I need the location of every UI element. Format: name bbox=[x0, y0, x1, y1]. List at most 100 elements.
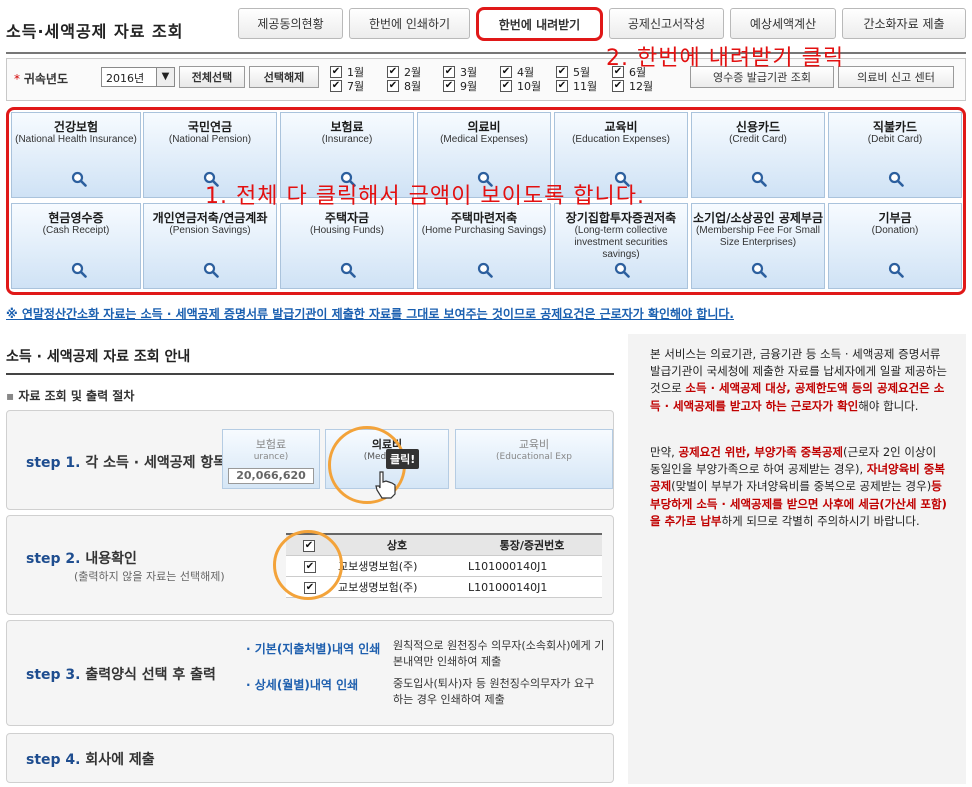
tile-subtitle: (Education Expenses) bbox=[572, 134, 670, 145]
year-select[interactable]: 2016년 ▼ bbox=[101, 67, 175, 87]
click-tooltip: 클릭! bbox=[386, 449, 420, 469]
search-icon[interactable] bbox=[477, 262, 493, 278]
tile-subtitle: (Medical Expenses) bbox=[440, 134, 528, 145]
tile-subtitle: (National Pension) bbox=[168, 134, 252, 145]
tile-subtitle: (Debit Card) bbox=[867, 134, 923, 145]
tile-subtitle: (Insurance) bbox=[321, 134, 373, 145]
detail-print-desc: 중도입사(퇴사)자 등 원천징수의무자가 요구하는 경우 인쇄하여 제출 bbox=[393, 677, 595, 706]
tile-subtitle: (Cash Receipt) bbox=[42, 225, 110, 236]
tile-title: 신용카드 bbox=[735, 120, 781, 134]
tile-title: 주택마련저축 bbox=[450, 211, 518, 225]
detail-print-link[interactable]: · 상세(월별)내역 인쇄 bbox=[246, 676, 358, 693]
submit-data-button[interactable]: 간소화자료 제출 bbox=[842, 8, 966, 39]
month-checkbox-10[interactable]: ✔ bbox=[500, 80, 512, 92]
highlight-circle bbox=[273, 530, 343, 600]
info-paragraph-2: 만약, 공제요건 위반, 부양가족 중복공제(근로자 2인 이상이 동일인을 부… bbox=[650, 445, 947, 528]
tile-title: 건강보험 bbox=[53, 120, 99, 134]
tile-11[interactable]: 주택마련저축 (Home Purchasing Savings) bbox=[417, 203, 551, 289]
tile-subtitle: (Credit Card) bbox=[729, 134, 787, 145]
tax-estimate-button[interactable]: 예상세액계산 bbox=[730, 8, 836, 39]
chevron-down-icon: ▼ bbox=[156, 68, 174, 86]
search-icon[interactable] bbox=[71, 171, 87, 187]
month-label: 9월 bbox=[460, 80, 478, 93]
col-account: 통장/증권번호 bbox=[462, 534, 602, 556]
consent-status-button[interactable]: 제공동의현황 bbox=[238, 8, 343, 39]
search-icon[interactable] bbox=[203, 262, 219, 278]
year-label: * 귀속년도 bbox=[14, 72, 68, 86]
tile-6[interactable]: 신용카드 (Credit Card) bbox=[691, 112, 825, 198]
tile-subtitle: (Membership Fee For Small Size Enterpris… bbox=[696, 225, 820, 248]
step2-sub: (출력하지 않을 자료는 선택해제) bbox=[74, 570, 225, 583]
notice-link[interactable]: ※ 연말정산간소화 자료는 소득 · 세액공제 증명서류 발급기관이 제출한 자… bbox=[6, 305, 734, 322]
tile-14[interactable]: 기부금 (Donation) bbox=[828, 203, 962, 289]
basic-print-desc: 원칙적으로 원천징수 의무자(소속회사)에게 기본내역만 인쇄하여 제출 bbox=[393, 639, 605, 668]
tile-title: 교육비 bbox=[604, 120, 638, 134]
month-checkbox-1[interactable]: ✔ bbox=[330, 66, 342, 78]
tile-subtitle: (Home Purchasing Savings) bbox=[421, 225, 547, 236]
month-checkbox-7[interactable]: ✔ bbox=[330, 80, 342, 92]
step4-label: step 4. 회사에 제출 bbox=[26, 752, 155, 768]
tile-title: 현금영수증 bbox=[48, 211, 104, 225]
tile-13[interactable]: 소기업/소상공인 공제부금 (Membership Fee For Small S… bbox=[691, 203, 825, 289]
search-icon[interactable] bbox=[340, 262, 356, 278]
print-all-button[interactable]: 한번에 인쇄하기 bbox=[349, 8, 470, 39]
col-name: 상호 bbox=[332, 534, 462, 556]
tile-8[interactable]: 현금영수증 (Cash Receipt) bbox=[11, 203, 141, 289]
tile-subtitle: (Housing Funds) bbox=[310, 225, 384, 236]
tile-title: 개인연금저축/연금계좌 bbox=[152, 211, 268, 225]
month-checkbox-11[interactable]: ✔ bbox=[556, 80, 568, 92]
tile-title: 기부금 bbox=[878, 211, 912, 225]
tile-1[interactable]: 건강보험 (National Health Insurance) bbox=[11, 112, 141, 198]
hand-cursor-icon bbox=[375, 471, 396, 499]
tile-title: 국민연금 bbox=[187, 120, 233, 134]
month-checkbox-3[interactable]: ✔ bbox=[443, 66, 455, 78]
tile-subtitle: (National Health Insurance) bbox=[15, 134, 137, 145]
search-icon[interactable] bbox=[614, 262, 630, 278]
tile-subtitle: (Pension Savings) bbox=[169, 225, 251, 236]
tile-subtitle: (Long-term collective investment securit… bbox=[574, 225, 668, 260]
sample-tile-insurance: 보험료 urance) 20,066,620 bbox=[222, 429, 320, 489]
month-label: 8월 bbox=[404, 80, 422, 93]
search-icon[interactable] bbox=[751, 171, 767, 187]
basic-print-link[interactable]: · 기본(지출처별)내역 인쇄 bbox=[246, 640, 380, 657]
sample-tile-education: 교육비 (Educational Exp bbox=[455, 429, 613, 489]
tile-title: 보험료 bbox=[330, 120, 364, 134]
tile-7[interactable]: 직불카드 (Debit Card) bbox=[828, 112, 962, 198]
tile-title: 장기집합투자증권저축 bbox=[565, 211, 677, 225]
month-checkbox-5[interactable]: ✔ bbox=[556, 66, 568, 78]
tile-10[interactable]: 주택자금 (Housing Funds) bbox=[280, 203, 414, 289]
info-paragraph-1: 본 서비스는 의료기관, 금융기관 등 소득 · 세액공제 증명서류 발급기관이… bbox=[650, 347, 948, 413]
month-checkbox-2[interactable]: ✔ bbox=[387, 66, 399, 78]
tile-title: 의료비 bbox=[467, 120, 501, 134]
month-label: 10월 bbox=[517, 80, 542, 93]
month-label: 7월 bbox=[347, 80, 365, 93]
guide-subtitle: ▪ 자료 조회 및 출력 절차 bbox=[6, 389, 135, 403]
select-all-button[interactable]: 전체선택 bbox=[179, 66, 245, 88]
guide-divider bbox=[6, 373, 614, 375]
page-title: 소득·세액공제 자료 조회 bbox=[6, 22, 184, 41]
download-all-button[interactable]: 한번에 내려받기 bbox=[476, 7, 603, 41]
month-checkbox-4[interactable]: ✔ bbox=[500, 66, 512, 78]
month-checkbox-9[interactable]: ✔ bbox=[443, 80, 455, 92]
deduction-form-button[interactable]: 공제신고서작성 bbox=[609, 8, 724, 39]
search-icon[interactable] bbox=[71, 262, 87, 278]
month-checkbox-12[interactable]: ✔ bbox=[612, 80, 624, 92]
guide-title: 소득 · 세액공제 자료 조회 안내 bbox=[6, 349, 191, 365]
tile-title: 주택자금 bbox=[324, 211, 370, 225]
step3-label: step 3. 출력양식 선택 후 출력 bbox=[26, 667, 216, 683]
tile-subtitle: (Donation) bbox=[871, 225, 919, 236]
deselect-button[interactable]: 선택해제 bbox=[249, 66, 319, 88]
annotation-download: 2. 한번에 내려받기 클릭 bbox=[606, 46, 845, 71]
search-icon[interactable] bbox=[888, 171, 904, 187]
tile-9[interactable]: 개인연금저축/연금계좌 (Pension Savings) bbox=[143, 203, 277, 289]
step2-label: step 2. 내용확인 bbox=[26, 551, 137, 567]
annotation-click-all: 1. 전체 다 클릭해서 금액이 보이도록 합니다. bbox=[205, 184, 646, 209]
tile-12[interactable]: 장기집합투자증권저축 (Long-term collective investme… bbox=[554, 203, 688, 289]
tile-title: 소기업/소상공인 공제부금 bbox=[692, 211, 823, 225]
month-label: 12월 bbox=[629, 80, 654, 93]
medical-report-button[interactable]: 의료비 신고 센터 bbox=[838, 66, 954, 88]
search-icon[interactable] bbox=[751, 262, 767, 278]
month-checkbox-8[interactable]: ✔ bbox=[387, 80, 399, 92]
search-icon[interactable] bbox=[888, 262, 904, 278]
month-label: 11월 bbox=[573, 80, 598, 93]
